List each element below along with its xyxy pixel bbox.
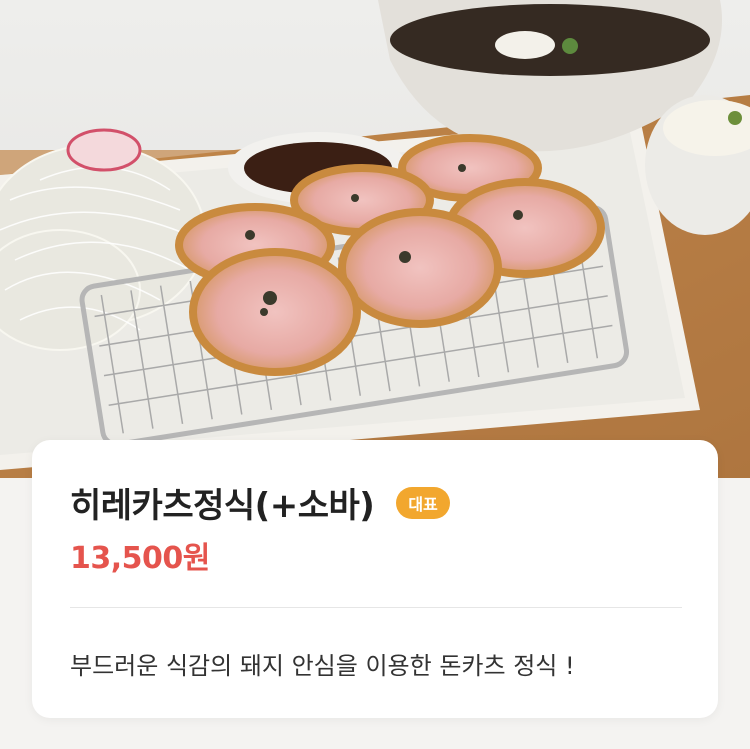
menu-name: 히레카츠정식(+소바) [70,486,375,526]
menu-price: 13,500원 [70,541,210,576]
divider [70,607,682,608]
title-row: 히레카츠정식(+소바) 대표 [70,478,450,527]
menu-item-photo [0,0,750,478]
tonkatsu-set-illustration [0,0,750,478]
signature-badge: 대표 [396,486,450,519]
menu-info-card: 히레카츠정식(+소바) 대표 13,500원 부드러운 식감의 돼지 안심을 이… [32,440,718,718]
menu-description: 부드러운 식감의 돼지 안심을 이용한 돈카츠 정식 ! [70,652,575,680]
